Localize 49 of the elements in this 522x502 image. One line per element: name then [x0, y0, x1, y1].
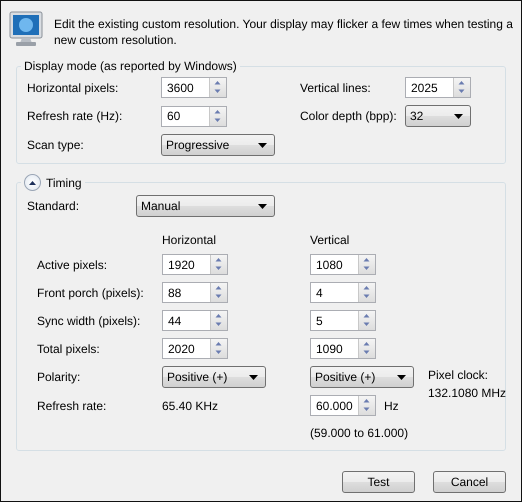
field-label: Standard:: [27, 199, 80, 213]
description-text: Edit the existing custom resolution. Your display may flicker a few times when testing a new custom resolution.: [54, 16, 514, 49]
pixel-clock-label: Pixel clock:: [428, 368, 490, 382]
chevron-up-icon: [29, 180, 36, 184]
number-spinner[interactable]: 60: [161, 106, 227, 126]
column-header: Horizontal: [162, 233, 218, 247]
field-label: Scan type:: [27, 138, 85, 152]
field-label: Horizontal pixels:: [27, 80, 120, 94]
row-label: Polarity:: [37, 370, 82, 384]
field-label: Refresh rate (Hz):: [27, 109, 124, 123]
monitor-icon: [9, 11, 43, 47]
dropdown[interactable]: Positive (+): [162, 366, 266, 388]
row-label: Sync width (pixels):: [37, 314, 142, 328]
caret-icon: [454, 114, 463, 118]
number-spinner[interactable]: 5: [310, 310, 376, 331]
value-text: 65.40 KHz: [162, 399, 218, 413]
number-spinner[interactable]: 1920: [162, 254, 228, 275]
row-label: Front porch (pixels):: [37, 286, 145, 300]
group-title: Display mode (as reported by Windows): [24, 59, 237, 73]
range-text: (59.000 to 61.000): [310, 426, 410, 440]
number-spinner[interactable]: 2020: [162, 338, 228, 359]
number-spinner[interactable]: 3600: [161, 77, 227, 98]
row-label: Refresh rate:: [37, 399, 108, 413]
caret-icon: [249, 374, 258, 380]
number-spinner[interactable]: 88: [162, 282, 228, 303]
field-label: Vertical lines:: [300, 80, 372, 94]
unit-text: Hz: [384, 398, 399, 412]
number-spinner[interactable]: 44: [162, 310, 228, 331]
number-spinner[interactable]: 1090: [310, 338, 376, 359]
column-header: Vertical: [310, 233, 350, 247]
cancel-button[interactable]: Cancel: [433, 471, 506, 493]
row-label: Total pixels:: [37, 342, 101, 356]
field-label: Color depth (bpp):: [300, 109, 398, 123]
number-spinner[interactable]: 4: [310, 282, 376, 303]
collapse-toggle[interactable]: [24, 174, 41, 191]
caret-icon: [258, 204, 267, 208]
dropdown[interactable]: Progressive: [161, 134, 275, 156]
group-title: Timing: [46, 176, 82, 190]
pixel-clock-value: 132.1080 MHz: [428, 386, 506, 400]
row-label: Active pixels:: [37, 258, 108, 272]
number-spinner[interactable]: 60.000: [310, 395, 376, 416]
number-spinner[interactable]: 1080: [310, 254, 376, 275]
dropdown[interactable]: 32: [405, 105, 471, 127]
number-spinner[interactable]: 2025: [405, 77, 471, 98]
dropdown[interactable]: Positive (+): [310, 366, 414, 388]
test-button[interactable]: Test: [342, 471, 415, 493]
caret-icon: [397, 374, 406, 380]
dropdown[interactable]: Manual: [136, 195, 275, 217]
caret-icon: [258, 142, 267, 148]
